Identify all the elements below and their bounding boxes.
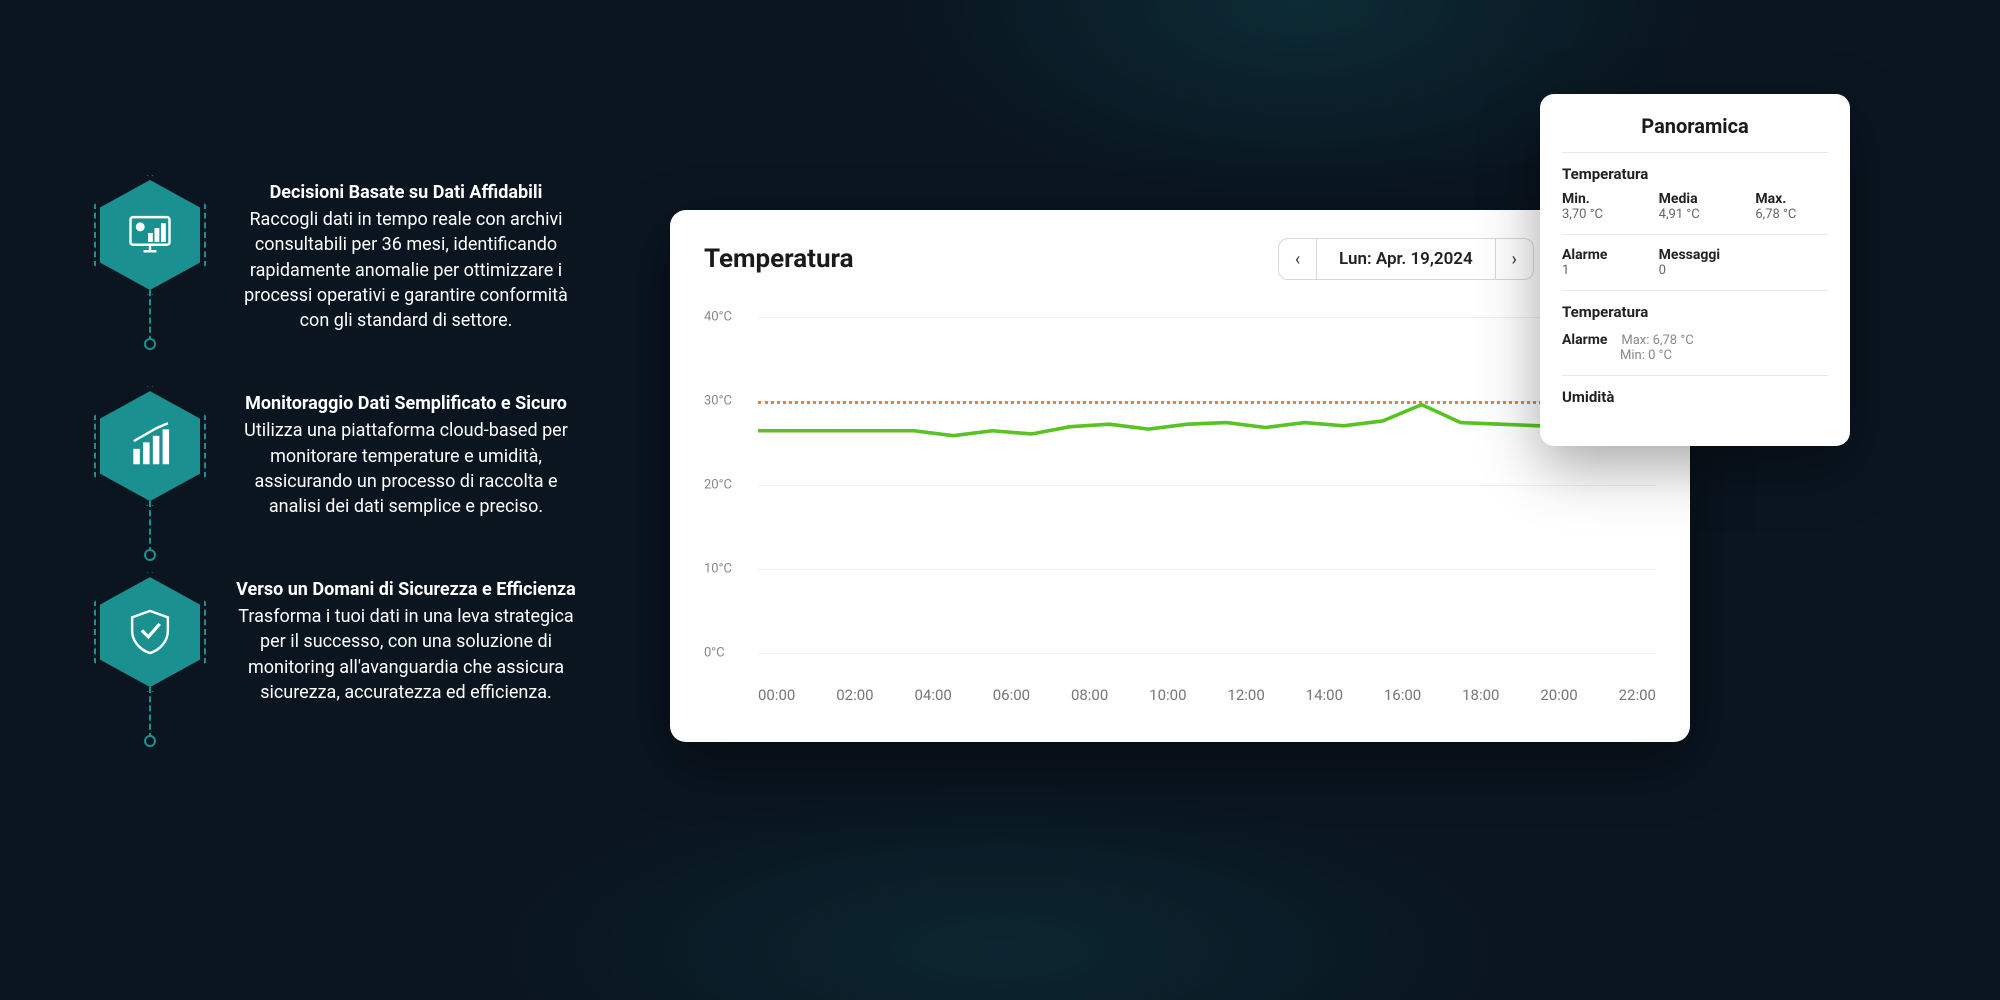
connector-line <box>149 501 151 553</box>
feature-body: Utilizza una piattaforma cloud-based per… <box>244 420 568 517</box>
feature-item: Verso un Domani di Sicurezza e Efficienz… <box>100 577 580 705</box>
stat-value: 1 <box>1562 263 1635 278</box>
stat-label: Media <box>1659 191 1732 207</box>
feature-title: Decisioni Basate su Dati Affidabili <box>232 180 580 205</box>
x-tick: 20:00 <box>1540 686 1577 704</box>
feature-icon-wrap <box>100 577 200 687</box>
stat-spacer <box>1755 247 1828 278</box>
x-tick: 14:00 <box>1306 686 1343 704</box>
alarm-details: Alarme Max: 6,78 °C Min: 0 °C <box>1562 329 1828 363</box>
x-tick: 10:00 <box>1149 686 1186 704</box>
stat-value: 0 <box>1659 263 1732 278</box>
chart-title: Temperatura <box>704 244 854 274</box>
date-label[interactable]: Lun: Apr. 19,2024 <box>1317 249 1495 269</box>
panel-section-humidity: Umidità <box>1562 375 1828 426</box>
stat-max: Max. 6,78 °C <box>1755 191 1828 222</box>
feature-icon-wrap <box>100 391 200 501</box>
feature-title: Monitoraggio Dati Semplificato e Sicuro <box>232 391 580 416</box>
date-picker: ‹ Lun: Apr. 19,2024 › <box>1278 238 1534 280</box>
x-tick: 06:00 <box>993 686 1030 704</box>
analytics-monitor-icon <box>100 180 200 290</box>
chart-plot: 40°C 30°C 20°C 10°C 0°C 00:0002:0004:000… <box>704 300 1656 720</box>
stat-avg: Media 4,91 °C <box>1659 191 1732 222</box>
connector-line <box>149 290 151 342</box>
stat-value: 6,78 °C <box>1755 207 1828 222</box>
y-tick: 20°C <box>704 477 732 492</box>
y-tick: 10°C <box>704 561 732 576</box>
alarm-min: Min: 0 °C <box>1562 348 1828 363</box>
shield-check-icon <box>100 577 200 687</box>
feature-text: Monitoraggio Dati Semplificato e Sicuro … <box>232 391 580 519</box>
y-tick: 40°C <box>704 309 732 324</box>
panel-section-alerts: Alarme 1 Messaggi 0 <box>1562 234 1828 290</box>
panel-title: Panoramica <box>1562 114 1828 138</box>
stat-row: Min. 3,70 °C Media 4,91 °C Max. 6,78 °C <box>1562 191 1828 222</box>
panel-section-header: Temperatura <box>1562 165 1828 183</box>
x-tick: 04:00 <box>914 686 951 704</box>
overview-panel: Panoramica Temperatura Min. 3,70 °C Medi… <box>1540 94 1850 446</box>
stat-label: Max. <box>1755 191 1828 207</box>
x-tick: 02:00 <box>836 686 873 704</box>
alarm-max: Max: 6,78 °C <box>1621 333 1693 348</box>
grid-line <box>758 653 1656 654</box>
alarm-label: Alarme <box>1562 332 1607 348</box>
stat-messages: Messaggi 0 <box>1659 247 1732 278</box>
feature-body: Trasforma i tuoi dati in una leva strate… <box>238 606 573 703</box>
y-tick: 30°C <box>704 393 732 408</box>
connector-line <box>149 687 151 739</box>
stat-alarm: Alarme 1 <box>1562 247 1635 278</box>
x-tick: 00:00 <box>758 686 795 704</box>
chevron-left-icon: ‹ <box>1295 249 1300 270</box>
feature-body: Raccogli dati in tempo reale con archivi… <box>244 209 568 331</box>
stat-label: Alarme <box>1562 247 1635 263</box>
connector-dot <box>144 549 156 561</box>
stat-label: Messaggi <box>1659 247 1732 263</box>
stat-min: Min. 3,70 °C <box>1562 191 1635 222</box>
dashboard-area: Temperatura ‹ Lun: Apr. 19,2024 › 1 Gior… <box>620 0 2000 1000</box>
panel-section-header: Umidità <box>1562 388 1828 406</box>
bar-chart-icon <box>100 391 200 501</box>
panel-section-temp-alarm: Temperatura Alarme Max: 6,78 °C Min: 0 °… <box>1562 290 1828 375</box>
x-tick: 12:00 <box>1227 686 1264 704</box>
connector-dot <box>144 338 156 350</box>
x-axis: 00:00 02:00 04:00 06:00 08:00 10:00 12:00 14:00… <box>758 686 1656 704</box>
feature-icon-wrap <box>100 180 200 290</box>
series-line <box>758 300 1656 627</box>
stat-row: Alarme 1 Messaggi 0 <box>1562 247 1828 278</box>
chart-header: Temperatura ‹ Lun: Apr. 19,2024 › 1 Gior… <box>704 238 1656 280</box>
features-column: Decisioni Basate su Dati Affidabili Racc… <box>0 0 620 1000</box>
feature-title: Verso un Domani di Sicurezza e Efficienz… <box>232 577 580 602</box>
panel-section-header: Temperatura <box>1562 303 1828 321</box>
connector-dot <box>144 735 156 747</box>
x-tick: 08:00 <box>1071 686 1108 704</box>
panel-section-temperature: Temperatura Min. 3,70 °C Media 4,91 °C M… <box>1562 152 1828 234</box>
page-root: Decisioni Basate su Dati Affidabili Racc… <box>0 0 2000 1000</box>
chart-card: Temperatura ‹ Lun: Apr. 19,2024 › 1 Gior… <box>670 210 1690 742</box>
date-next-button[interactable]: › <box>1495 239 1533 279</box>
x-tick: 18:00 <box>1462 686 1499 704</box>
date-prev-button[interactable]: ‹ <box>1279 239 1317 279</box>
feature-text: Decisioni Basate su Dati Affidabili Racc… <box>232 180 580 333</box>
stat-value: 3,70 °C <box>1562 207 1635 222</box>
stat-value: 4,91 °C <box>1659 207 1732 222</box>
feature-text: Verso un Domani di Sicurezza e Efficienz… <box>232 577 580 705</box>
chevron-right-icon: › <box>1512 249 1517 270</box>
feature-item: Decisioni Basate su Dati Affidabili Racc… <box>100 180 580 333</box>
x-tick: 16:00 <box>1384 686 1421 704</box>
y-tick: 0°C <box>704 645 725 660</box>
stat-label: Min. <box>1562 191 1635 207</box>
feature-item: Monitoraggio Dati Semplificato e Sicuro … <box>100 391 580 519</box>
x-tick: 22:00 <box>1619 686 1656 704</box>
